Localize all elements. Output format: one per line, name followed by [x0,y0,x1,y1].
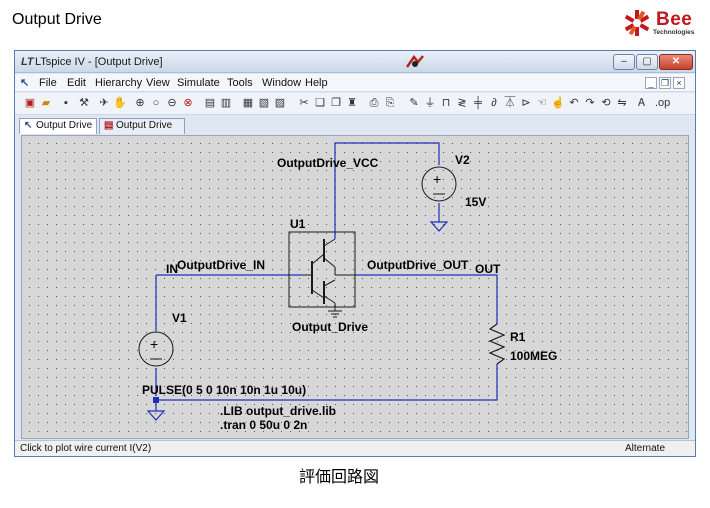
window-close-button[interactable]: ✕ [659,54,693,70]
draw-wire-icon[interactable]: ✎ [407,96,421,111]
menu-file[interactable]: File [39,77,57,89]
zoom-out-icon[interactable]: ⊖ [165,96,179,111]
cut-icon[interactable]: ✂ [297,96,311,111]
slide-title: Output Drive [12,11,102,28]
control-panel-icon[interactable]: ⚒ [77,96,91,111]
v1-value-label[interactable]: PULSE(0 5 0 10n 10n 1u 10u) [142,383,306,397]
waveform-icon: ▤ [104,120,114,131]
v1-name-label[interactable]: V1 [172,311,187,325]
zoom-fit-icon[interactable]: ⊗ [181,96,195,111]
zoom-in-icon[interactable]: ⊕ [133,96,147,111]
tab-schematic[interactable]: ↖ Output Drive [19,118,97,134]
window-title: LTspice IV - [Output Drive] [35,56,163,68]
svg-text:+: + [150,336,158,352]
copy-icon[interactable]: ❏ [313,96,327,111]
schematic-diagram[interactable]: + + OutputDrive_VCC V2 15V U1 IN OutputD… [22,136,688,438]
cascade-icon[interactable]: ▥ [219,96,233,111]
mdi-close-button[interactable]: × [673,77,685,89]
place-diode-icon[interactable]: ⏄ [503,96,517,111]
ground-icon[interactable]: ▧ [257,96,271,111]
simulation-running-icon [405,54,424,68]
find-icon[interactable]: ♜ [345,96,359,111]
window-maximize-button[interactable]: ▢ [636,54,658,70]
v2-value-label[interactable]: 15V [465,195,486,209]
print-setup-icon[interactable]: ⎙ [367,96,381,111]
net-label-in[interactable]: OutputDrive_IN [177,258,265,272]
tab-waveform[interactable]: ▤ Output Drive [99,118,185,134]
spice-directive-icon[interactable]: .op [655,96,670,111]
net-label-vcc[interactable]: OutputDrive_VCC [277,156,379,170]
text-icon[interactable]: Ꭺ [635,96,649,111]
toolbar: ▣ ▰ ▪ ⚒ ✈ ✋ ⊕ ○ ⊖ ⊗ ▤ ▥ ▦ ▧ ▨ ✂ ❏ ❐ ♜ ⎙ … [15,93,695,115]
port-out-label[interactable]: OUT [475,262,501,276]
u1-block[interactable] [288,195,356,318]
ltspice-window: LT LTspice IV - [Output Drive] ‒ ▢ ✕ ↖ F… [14,50,696,457]
run-icon[interactable]: ✈ [97,96,111,111]
v2-name-label[interactable]: V2 [455,153,470,167]
menu-hierarchy[interactable]: Hierarchy [95,77,142,89]
mirror-icon[interactable]: ⇋ [615,96,629,111]
net-label-out[interactable]: OutputDrive_OUT [367,258,469,272]
status-bar: Click to plot wire current I(V2) Alterna… [15,440,695,456]
schematic-icon: ↖ [24,120,33,131]
r1-name-label[interactable]: R1 [510,330,526,344]
r1-resistor[interactable] [488,323,506,365]
status-mode: Alternate [625,443,666,454]
tile-icon[interactable]: ▤ [203,96,217,111]
redo-icon[interactable]: ↷ [583,96,597,111]
schematic-doc-icon[interactable]: ↖ [20,76,29,89]
place-resistor-icon[interactable]: ≷ [455,96,469,111]
r1-value-label[interactable]: 100MEG [510,349,557,363]
mdi-minimize-button[interactable]: _ [645,77,657,89]
document-tabs: ↖ Output Drive ▤ Output Drive [15,116,695,134]
new-schematic-icon[interactable]: ▣ [23,96,37,111]
menu-view[interactable]: View [146,77,170,89]
tab-schematic-label: Output Drive [36,120,93,131]
menu-edit[interactable]: Edit [67,77,86,89]
place-component-icon[interactable]: ⊳ [519,96,533,111]
spice-directive-lib[interactable]: .LIB output_drive.lib [220,404,336,418]
menu-help[interactable]: Help [305,77,328,89]
tab-waveform-label: Output Drive [116,120,173,131]
open-icon[interactable]: ▰ [39,96,53,111]
rotate-icon[interactable]: ⟲ [599,96,613,111]
drag-icon[interactable]: ☝ [551,96,565,111]
spice-directive-tran[interactable]: .tran 0 50u 0 2n [220,418,307,432]
pan-icon[interactable]: ○ [149,96,163,111]
menu-window[interactable]: Window [262,77,301,89]
logo-brand: Bee [656,9,693,30]
halt-icon[interactable]: ✋ [113,96,127,111]
place-capacitor-icon[interactable]: ╪ [471,96,485,111]
status-message: Click to plot wire current I(V2) [20,443,152,454]
wire-icon[interactable]: ▦ [241,96,255,111]
slide-caption: 評価回路図 [299,467,380,486]
save-icon[interactable]: ▪ [59,96,73,111]
window-minimize-button[interactable]: ‒ [613,54,635,70]
u1-value-label[interactable]: Output_Drive [292,320,368,334]
ltspice-app-icon: LT [21,56,34,68]
svg-text:+: + [433,171,441,187]
schematic-canvas[interactable]: + + OutputDrive_VCC V2 15V U1 IN OutputD… [21,135,689,439]
undo-icon[interactable]: ↶ [567,96,581,111]
menu-tools[interactable]: Tools [227,77,253,89]
logo-subtitle: Technologies [653,29,695,36]
place-inductor-icon[interactable]: ∂ [487,96,501,111]
menu-simulate[interactable]: Simulate [177,77,220,89]
mdi-restore-button[interactable]: ❐ [659,77,671,89]
place-ground-icon[interactable]: ⏚ [423,96,437,111]
label-icon[interactable]: ▨ [273,96,287,111]
move-icon[interactable]: ☜ [535,96,549,111]
u1-name-label[interactable]: U1 [290,217,306,231]
paste-icon[interactable]: ❐ [329,96,343,111]
place-label-icon[interactable]: ⊓ [439,96,453,111]
menu-bar: ↖ File Edit Hierarchy View Simulate Tool… [15,74,695,92]
print-icon[interactable]: ⎘ [383,96,397,111]
title-bar[interactable]: LT LTspice IV - [Output Drive] ‒ ▢ ✕ [15,51,695,73]
